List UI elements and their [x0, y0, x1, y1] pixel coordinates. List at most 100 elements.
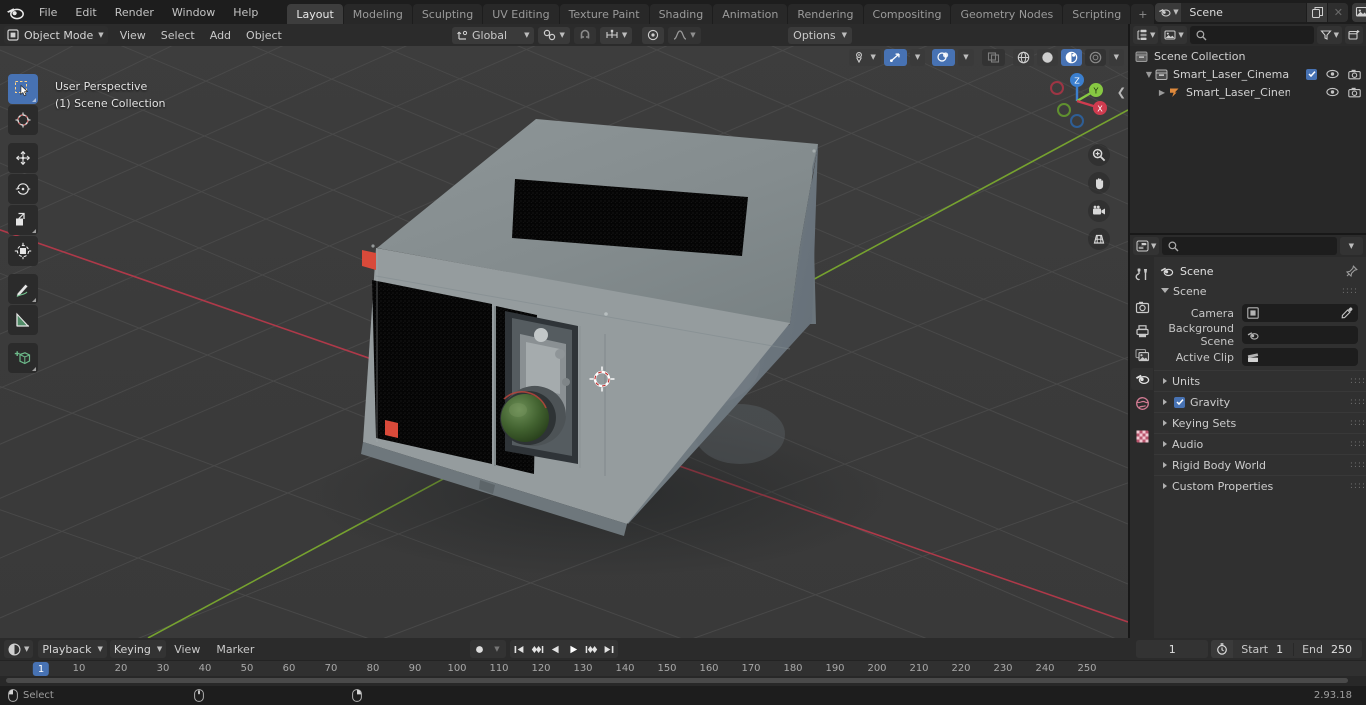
jump-to-prev-keyframe-button[interactable] [528, 640, 546, 658]
workspace-tab-animation[interactable]: Animation [713, 4, 788, 24]
overlays-dropdown[interactable]: ▼ [958, 48, 974, 66]
tool-transform[interactable] [8, 236, 38, 266]
timeline-ruler[interactable]: 1 10 20 30 40 50 60 70 80 90 100 110 120… [0, 660, 1366, 676]
menu-help[interactable]: Help [224, 3, 267, 21]
snap-target-dropdown[interactable]: ▼ [538, 26, 570, 44]
properties-options-dropdown[interactable]: ▼ [1339, 237, 1363, 255]
disclosure-triangle-closed[interactable]: ▶ [1156, 88, 1168, 97]
properties-tab-output[interactable] [1131, 320, 1153, 342]
shading-rendered-button[interactable] [1084, 48, 1106, 66]
new-scene-icon[interactable] [1306, 2, 1328, 22]
snap-toggle-button[interactable] [573, 26, 596, 44]
timeline-horizontal-scrollbar[interactable] [6, 678, 1348, 683]
camera-view-icon[interactable] [1088, 200, 1110, 222]
properties-search-input[interactable] [1162, 237, 1337, 255]
workspace-tab-shading[interactable]: Shading [649, 4, 713, 24]
workspace-tab-geometry-nodes[interactable]: Geometry Nodes [951, 4, 1063, 24]
snap-settings-dropdown[interactable]: ▼ [599, 26, 633, 44]
timeline-editor-type-dropdown[interactable]: ▼ [4, 640, 34, 658]
zoom-icon[interactable] [1088, 144, 1110, 166]
disclosure-triangle-open[interactable]: ▼ [1143, 70, 1155, 79]
falloff-dropdown[interactable]: ▼ [668, 26, 701, 44]
section-keying-sets[interactable]: Keying Sets :::: [1154, 412, 1366, 433]
section-units[interactable]: Units :::: [1154, 370, 1366, 391]
menu-render[interactable]: Render [106, 3, 163, 21]
section-audio[interactable]: Audio :::: [1154, 433, 1366, 454]
viewport-menu-add[interactable]: Add [203, 26, 238, 44]
viewport-menu-view[interactable]: View [113, 26, 153, 44]
pin-icon[interactable] [1345, 264, 1358, 278]
add-workspace-button[interactable]: + [1131, 4, 1155, 24]
viewport-options-dropdown[interactable]: Options ▼ [788, 26, 852, 44]
workspace-tab-texture-paint[interactable]: Texture Paint [559, 4, 649, 24]
workspace-tab-sculpting[interactable]: Sculpting [412, 4, 483, 24]
camera-field[interactable] [1242, 304, 1358, 322]
workspace-tab-rendering[interactable]: Rendering [788, 4, 863, 24]
new-collection-button[interactable] [1345, 26, 1363, 44]
end-frame-value[interactable]: 250 [1329, 643, 1362, 656]
jump-to-start-button[interactable] [510, 640, 528, 658]
start-frame-value[interactable]: 1 [1274, 643, 1293, 656]
outliner-editor[interactable]: ▼ ▼ ▼ Scene Collection ▼ Smart_Laser_Cin… [1130, 24, 1366, 233]
hand-pan-icon[interactable] [1088, 172, 1110, 194]
visibility-dropdown[interactable]: ▼ [849, 48, 881, 66]
shading-dropdown[interactable]: ▼ [1108, 48, 1124, 66]
timeline-menu-marker[interactable]: Marker [208, 640, 262, 658]
timeline-track-area[interactable] [0, 676, 1366, 685]
outliner-row-scene-collection[interactable]: Scene Collection [1130, 47, 1366, 65]
view-layer-icon[interactable]: ▼ [1352, 2, 1366, 22]
outliner-display-mode-dropdown[interactable]: ▼ [1161, 26, 1187, 44]
tool-cursor[interactable] [8, 105, 38, 135]
properties-editor-type-dropdown[interactable]: ▼ [1133, 237, 1160, 255]
tool-rotate[interactable] [8, 174, 38, 204]
tool-add-cube[interactable] [8, 343, 38, 373]
properties-tab-tool[interactable] [1131, 263, 1153, 285]
keying-dropdown[interactable]: Keying ▼ [109, 640, 167, 658]
play-button[interactable] [564, 640, 582, 658]
camera-icon[interactable] [1348, 87, 1361, 98]
tool-measure[interactable] [8, 305, 38, 335]
show-overlays-toggle[interactable] [932, 48, 956, 66]
camera-icon[interactable] [1348, 69, 1361, 80]
scene-selector[interactable]: ▼ Scene ✕ [1155, 2, 1349, 22]
gizmo-dropdown[interactable]: ▼ [909, 48, 926, 66]
menu-file[interactable]: File [30, 3, 66, 21]
background-scene-field[interactable] [1242, 326, 1358, 344]
outliner-editor-type-dropdown[interactable]: ▼ [1133, 26, 1159, 44]
tool-move[interactable] [8, 143, 38, 173]
show-gizmo-toggle[interactable] [883, 48, 907, 66]
unlink-scene-icon[interactable]: ✕ [1327, 2, 1349, 22]
jump-to-next-keyframe-button[interactable] [582, 640, 600, 658]
outliner-search-input[interactable] [1189, 26, 1314, 44]
scene-name-field[interactable]: Scene [1181, 2, 1307, 22]
workspace-tab-layout[interactable]: Layout [287, 4, 343, 24]
scene-panel-header[interactable]: Scene :::: [1154, 281, 1366, 301]
tool-tweak-select[interactable] [8, 74, 38, 104]
use-preview-range-toggle[interactable] [1211, 640, 1234, 658]
outliner-filter-dropdown[interactable]: ▼ [1316, 26, 1342, 44]
keying-settings-dropdown[interactable]: ▼ [488, 640, 506, 658]
outliner-row-mesh-object[interactable]: ▶ Smart_Laser_Cinema_Pr [1130, 83, 1366, 101]
scene-icon[interactable]: ▼ [1155, 2, 1182, 22]
menu-edit[interactable]: Edit [66, 3, 105, 21]
menu-window[interactable]: Window [163, 3, 224, 21]
properties-tab-world[interactable] [1131, 392, 1153, 414]
viewport-menu-select[interactable]: Select [154, 26, 202, 44]
timeline-editor[interactable]: ▼ Playback ▼ Keying ▼ View Marker ▼ 1 St… [0, 638, 1366, 686]
shading-wireframe-button[interactable] [1012, 48, 1034, 66]
shading-solid-button[interactable] [1036, 48, 1058, 66]
playback-dropdown[interactable]: Playback ▼ [38, 640, 107, 658]
3d-viewport[interactable]: Object Mode ▼ View Select Add Object Glo… [0, 24, 1128, 638]
gravity-checkbox[interactable] [1174, 396, 1185, 408]
proportional-edit-toggle[interactable] [642, 26, 665, 44]
xray-toggle[interactable] [981, 48, 1005, 66]
collection-checkbox[interactable] [1306, 68, 1317, 80]
properties-tab-texture[interactable] [1131, 425, 1153, 447]
workspace-tab-modeling[interactable]: Modeling [343, 4, 412, 24]
outliner-row-project-collection[interactable]: ▼ Smart_Laser_Cinema_Project [1130, 65, 1366, 83]
shading-material-preview-button[interactable] [1060, 48, 1082, 66]
jump-to-end-button[interactable] [600, 640, 618, 658]
section-custom-properties[interactable]: Custom Properties :::: [1154, 475, 1366, 496]
view-layer-selector[interactable]: ▼ View Layer ✕ [1352, 2, 1366, 22]
timeline-menu-view[interactable]: View [166, 640, 208, 658]
